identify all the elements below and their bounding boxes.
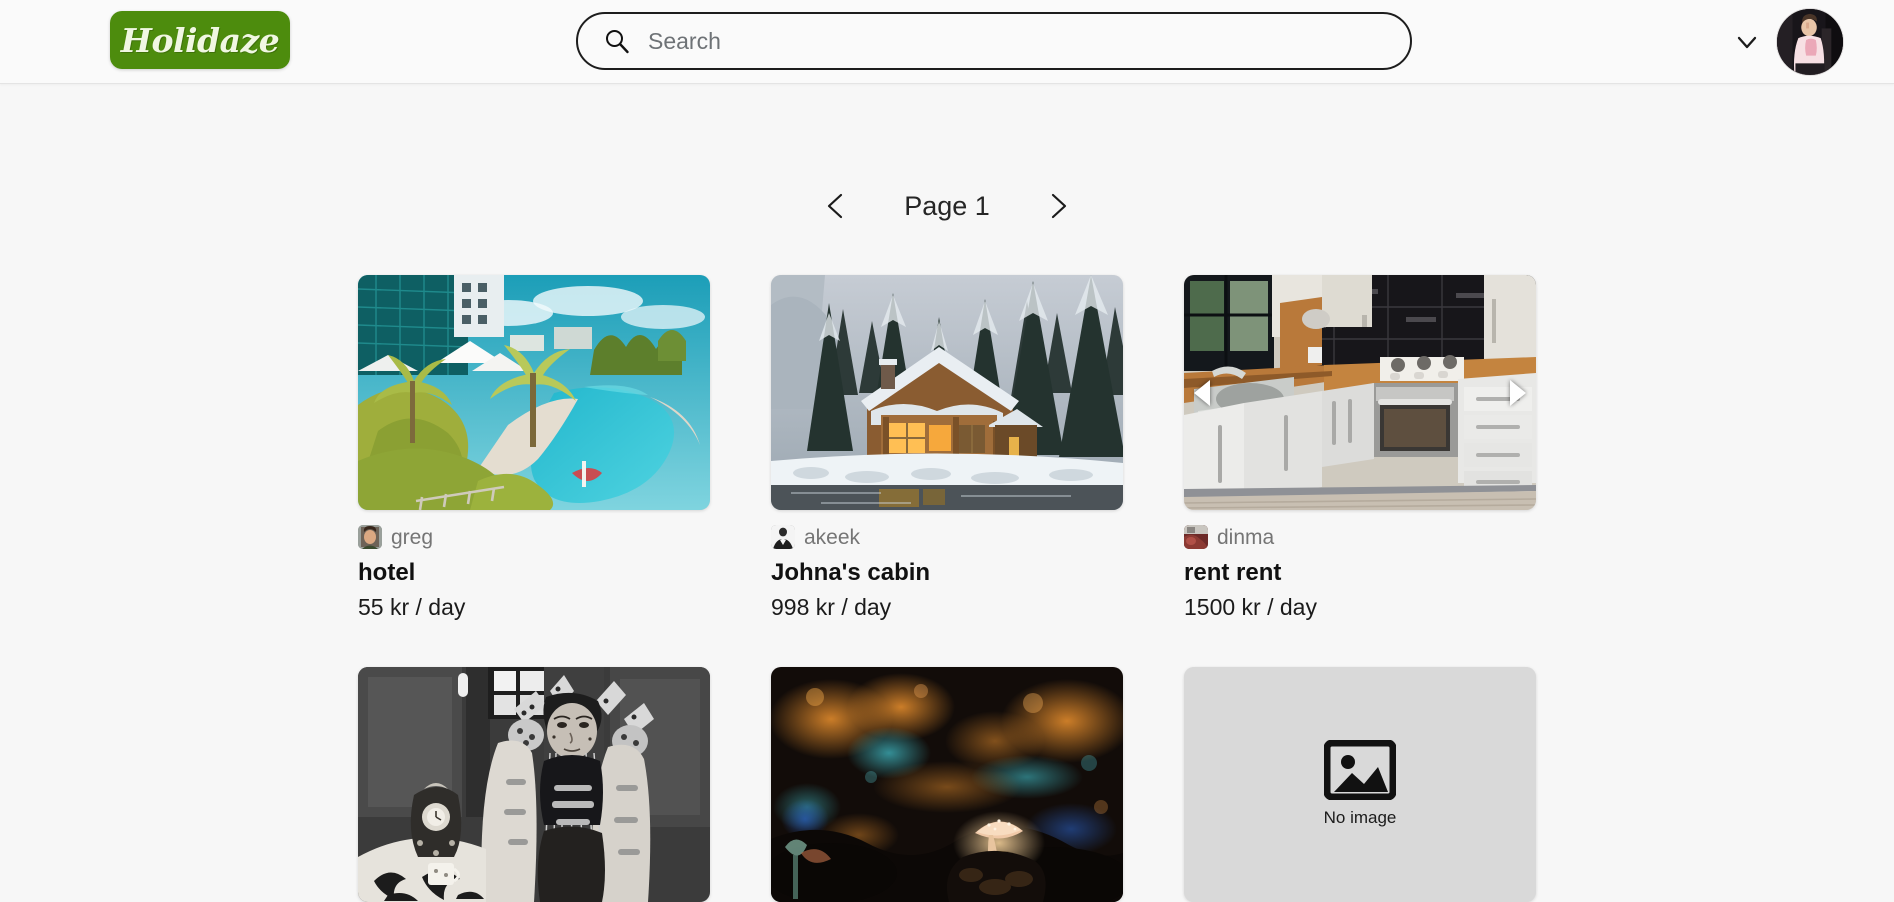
- listing-image-vintage-portrait-bw[interactable]: [358, 666, 710, 902]
- listing-title: hotel: [358, 559, 416, 586]
- search-icon: [604, 28, 630, 54]
- logo-holidaze[interactable]: Holidaze: [110, 11, 290, 69]
- logo-label: Holidaze: [120, 20, 280, 60]
- owner-avatar-icon: [358, 525, 382, 549]
- listing-image-glowing-mushroom-bokeh[interactable]: [771, 666, 1123, 902]
- pagination-prev-button[interactable]: [808, 178, 864, 234]
- chevron-left-icon: [823, 191, 849, 221]
- listing-title: Johna's cabin: [771, 559, 931, 586]
- pagination-next-button[interactable]: [1030, 178, 1086, 234]
- carousel-next-arrow-icon[interactable]: [1507, 378, 1529, 408]
- listing-image-kitchen-interior[interactable]: [1184, 275, 1536, 510]
- listing-card[interactable]: No image: [1184, 666, 1536, 902]
- pagination-label: Page 1: [904, 190, 990, 221]
- listing-price: 998 kr / day: [771, 594, 892, 621]
- listing-owner[interactable]: dinma: [1184, 524, 1536, 550]
- listing-image-snowy-log-cabin[interactable]: [771, 275, 1123, 510]
- owner-name: greg: [391, 525, 434, 549]
- search-input[interactable]: [648, 24, 1368, 58]
- no-image-label: No image: [1323, 808, 1397, 828]
- listing-card[interactable]: [358, 666, 710, 902]
- search-bar[interactable]: [576, 12, 1412, 70]
- listing-price: 55 kr / day: [358, 594, 466, 621]
- chevron-down-icon[interactable]: [1732, 27, 1762, 57]
- owner-name: akeek: [804, 525, 861, 549]
- pagination: Page 1: [0, 178, 1894, 234]
- listing-card[interactable]: [771, 666, 1123, 902]
- owner-avatar-icon: [1184, 525, 1208, 549]
- carousel-prev-arrow-icon[interactable]: [1191, 378, 1213, 408]
- avatar[interactable]: [1776, 8, 1844, 76]
- owner-name: dinma: [1217, 525, 1275, 549]
- listing-title: rent rent: [1184, 559, 1282, 586]
- header-account-area: [1732, 0, 1844, 84]
- no-image-placeholder: No image: [1184, 666, 1536, 902]
- listing-card[interactable]: dinma rent rent 1500 kr / day: [1184, 275, 1536, 621]
- listing-owner[interactable]: akeek: [771, 524, 1123, 550]
- listing-image-placeholder[interactable]: No image: [1184, 666, 1536, 902]
- image-placeholder-icon: [1324, 740, 1396, 801]
- app-header: Holidaze: [0, 0, 1894, 84]
- listing-owner[interactable]: greg: [358, 524, 710, 550]
- chevron-right-icon: [1045, 191, 1071, 221]
- listing-grid: greg hotel 55 kr / day akeek Johna's cab…: [358, 275, 1536, 902]
- listing-image-tropical-resort-pool[interactable]: [358, 275, 710, 510]
- owner-avatar-icon: [771, 525, 795, 549]
- listing-card[interactable]: greg hotel 55 kr / day: [358, 275, 710, 621]
- listing-price: 1500 kr / day: [1184, 594, 1317, 621]
- listing-card[interactable]: akeek Johna's cabin 998 kr / day: [771, 275, 1123, 621]
